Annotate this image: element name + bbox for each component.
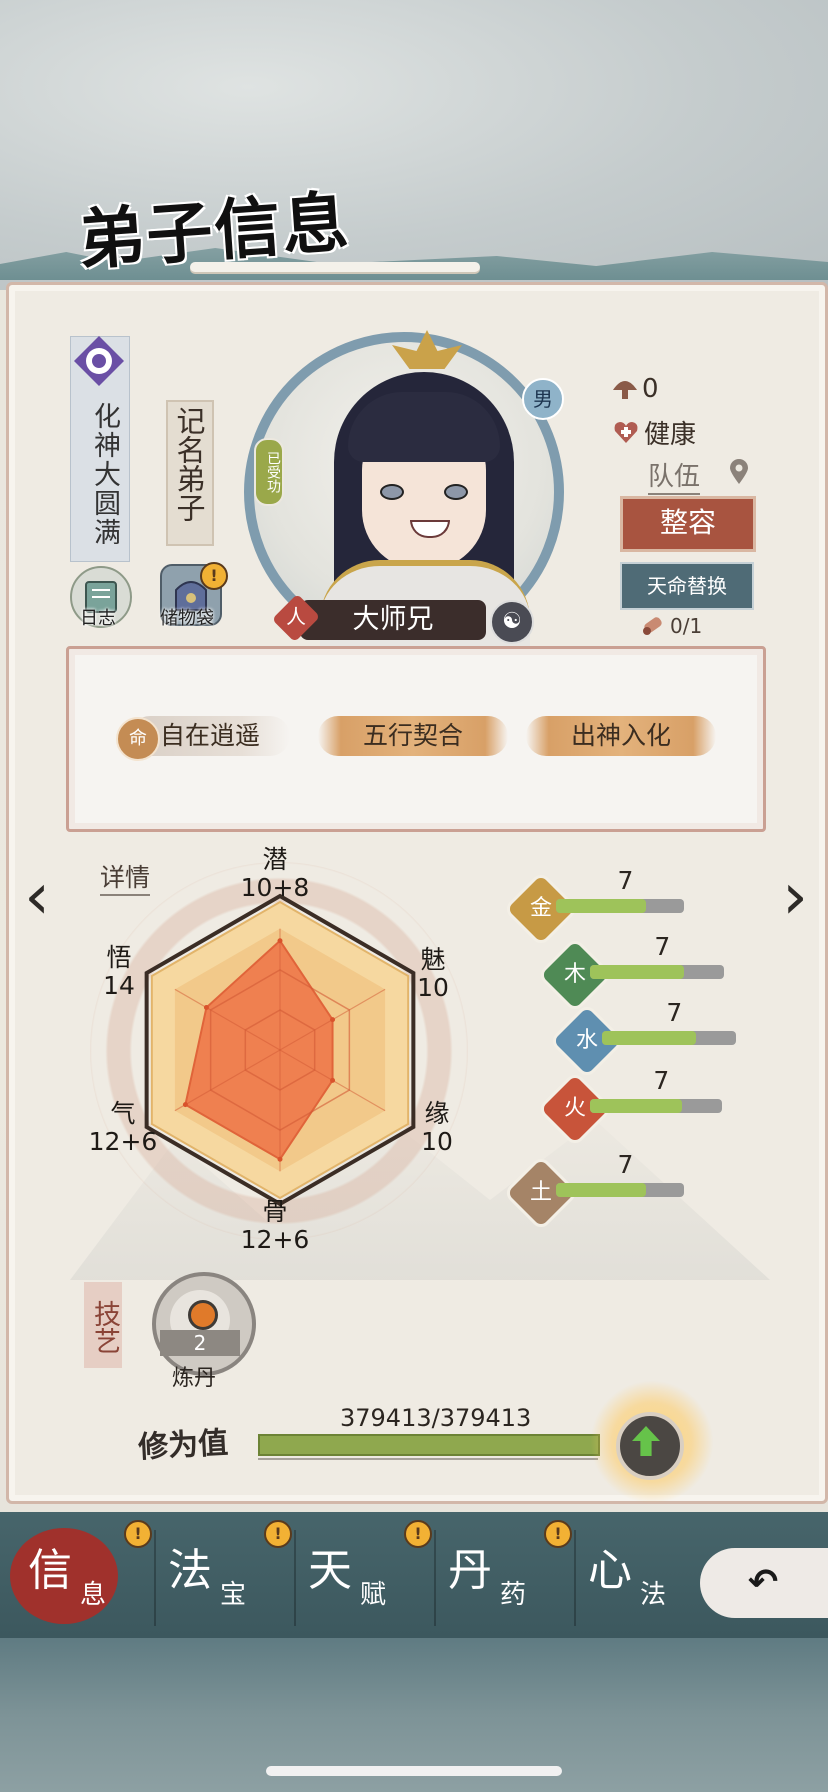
- skill-level: 2: [160, 1330, 240, 1356]
- title-brush-stroke: [190, 262, 480, 272]
- radar-value: 10: [421, 1127, 453, 1156]
- tab-title: 法: [168, 1545, 212, 1596]
- oath-status-badge: 已受功: [254, 438, 284, 506]
- element-bar-fill: [556, 899, 646, 913]
- cultivation-label: 修为值: [137, 1425, 230, 1466]
- portrait-eye-right: [444, 484, 468, 500]
- radar-label-fortune: 缘 10: [392, 1100, 482, 1156]
- portrait-bangs: [348, 392, 500, 462]
- cultivation-underline: [258, 1458, 598, 1460]
- rank-tag: 记名弟子: [172, 406, 206, 522]
- next-disciple-arrow-icon[interactable]: ›: [772, 862, 818, 932]
- radar-value: 12+6: [240, 1225, 310, 1254]
- health-status: 健康: [644, 420, 697, 450]
- race-label: 人: [286, 606, 306, 629]
- fate-trait-icon: 命: [116, 717, 160, 761]
- tab-title: 信: [28, 1545, 72, 1596]
- trait-chip[interactable]: 五行契合: [318, 716, 508, 756]
- portrait-eye-left: [380, 484, 404, 500]
- fate-swap-button[interactable]: 天命替换: [620, 562, 754, 610]
- tab-title: 丹: [448, 1545, 492, 1596]
- element-value: 7: [653, 1066, 670, 1095]
- tab-alert-badge: !: [404, 1520, 432, 1548]
- appearance-button[interactable]: 整容: [620, 496, 756, 552]
- element-bar-fill: [590, 965, 684, 979]
- realm-text: 化神大圆满: [89, 402, 120, 547]
- radar-point: [330, 1077, 336, 1083]
- radar-value: 12+6: [88, 1127, 158, 1156]
- mushroom-count: 0: [642, 374, 659, 404]
- tab-alert-badge: !: [264, 1520, 292, 1548]
- element-value: 7: [654, 932, 671, 961]
- skills-tab-label: 技艺: [84, 1282, 122, 1368]
- tab-item[interactable]: 天赋!: [298, 1520, 438, 1630]
- tab-alert-badge: !: [124, 1520, 152, 1548]
- fate-scroll-icon: [643, 617, 662, 635]
- cultivation-value: 379413/379413: [340, 1404, 532, 1432]
- radar-label-insight: 悟 14: [74, 944, 164, 1000]
- prev-disciple-arrow-icon[interactable]: ‹: [14, 862, 60, 932]
- radar-label-qi: 气 12+6: [78, 1100, 168, 1156]
- team-link[interactable]: 队伍: [648, 456, 701, 495]
- element-value: 7: [617, 1150, 634, 1179]
- tab-subtitle: 宝: [220, 1580, 247, 1610]
- health-icon: [614, 422, 638, 443]
- tab-divider: [294, 1530, 296, 1626]
- radar-name: 潜: [262, 845, 288, 874]
- cultivation-progress-bar: [258, 1434, 600, 1456]
- radar-point: [277, 1156, 283, 1162]
- realm-emblem-icon: [74, 336, 124, 386]
- radar-label-bone: 骨 12+6: [230, 1198, 320, 1254]
- radar-point: [330, 1017, 336, 1023]
- skill-name: 炼丹: [172, 1366, 217, 1391]
- radar-name: 魅: [420, 945, 446, 974]
- tab-divider: [434, 1530, 436, 1626]
- radar-value: 10+8: [240, 873, 310, 902]
- attribute-radar-chart: [144, 893, 416, 1207]
- tab-divider: [154, 1530, 156, 1626]
- element-value: 7: [666, 998, 683, 1027]
- alchemy-icon: [188, 1300, 218, 1330]
- tab-title: 心: [588, 1545, 632, 1596]
- mushroom-icon: [613, 381, 637, 399]
- disciple-name: 大师兄: [300, 600, 486, 640]
- location-pin-icon: [730, 459, 748, 484]
- tab-subtitle: 赋: [360, 1580, 387, 1610]
- radar-point: [182, 1102, 188, 1108]
- element-bar-fill: [602, 1031, 696, 1045]
- tab-alert-badge: !: [544, 1520, 572, 1548]
- element-bar-fill: [590, 1099, 683, 1113]
- element-bar-fill: [556, 1183, 646, 1197]
- journal-label: 日志: [80, 608, 116, 629]
- tab-item[interactable]: 信息!: [18, 1520, 158, 1630]
- radar-name: 缘: [424, 1099, 450, 1128]
- radar-name: 悟: [106, 943, 132, 972]
- tab-title: 天: [308, 1545, 352, 1596]
- radar-name: 气: [110, 1099, 136, 1128]
- radar-point: [203, 1005, 209, 1011]
- radar-value: 14: [103, 971, 135, 1000]
- trait-chip[interactable]: 出神入化: [526, 716, 716, 756]
- fate-scroll-count: 0/1: [670, 614, 703, 638]
- tab-item[interactable]: 丹药!: [438, 1520, 578, 1630]
- tab-subtitle: 法: [640, 1580, 667, 1610]
- tab-divider: [574, 1530, 576, 1626]
- sect-icon[interactable]: ☯: [490, 600, 534, 644]
- radar-point: [277, 938, 283, 944]
- tab-item[interactable]: 心法: [578, 1520, 718, 1630]
- storage-alert-badge: !: [200, 562, 228, 590]
- radar-name: 骨: [262, 1197, 288, 1226]
- tab-subtitle: 息: [80, 1580, 107, 1610]
- gender-badge: 男: [522, 378, 564, 420]
- radar-value: 10: [417, 973, 449, 1002]
- radar-label-potential: 潜 10+8: [230, 846, 320, 902]
- radar-label-charm: 魅 10: [388, 946, 478, 1002]
- home-indicator: [266, 1766, 562, 1776]
- storage-bag-label: 储物袋: [160, 608, 214, 629]
- tab-item[interactable]: 法宝!: [158, 1520, 298, 1630]
- element-value: 7: [617, 866, 634, 895]
- tab-subtitle: 药: [500, 1580, 527, 1610]
- back-arrow-icon: ↶: [748, 1562, 779, 1603]
